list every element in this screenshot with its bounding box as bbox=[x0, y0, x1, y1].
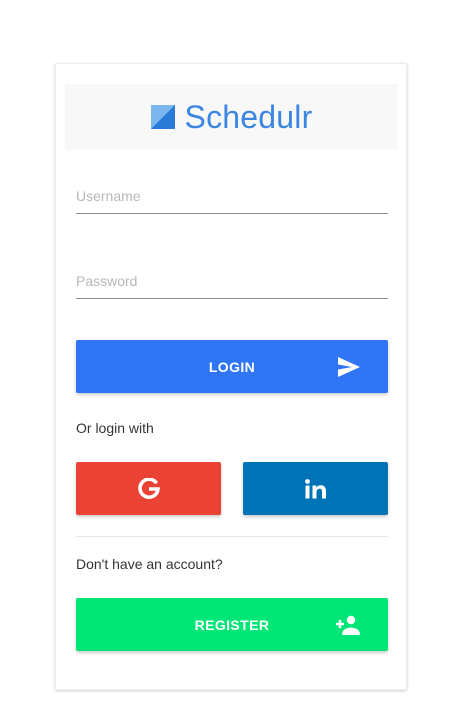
username-input[interactable] bbox=[76, 174, 388, 212]
login-button[interactable]: LOGIN bbox=[76, 340, 388, 393]
password-input[interactable] bbox=[76, 259, 388, 297]
social-login-prompt: Or login with bbox=[76, 420, 154, 436]
add-person-icon bbox=[336, 615, 360, 635]
register-button-label: REGISTER bbox=[194, 616, 270, 633]
logo-icon bbox=[150, 105, 175, 129]
password-field-wrapper bbox=[76, 259, 388, 299]
linkedin-in-icon bbox=[304, 478, 326, 498]
brand-header: Schedulr bbox=[65, 84, 398, 150]
send-icon bbox=[338, 356, 360, 377]
username-field-wrapper bbox=[76, 174, 388, 214]
app-title: Schedulr bbox=[184, 98, 313, 135]
register-prompt: Don't have an account? bbox=[76, 556, 223, 572]
register-button[interactable]: REGISTER bbox=[76, 598, 388, 651]
google-g-icon bbox=[137, 477, 160, 499]
login-button-label: LOGIN bbox=[208, 358, 256, 375]
section-divider bbox=[76, 536, 388, 537]
login-card: Schedulr LOGIN Or login with Don't have … bbox=[55, 63, 407, 690]
google-login-button[interactable] bbox=[76, 462, 221, 515]
linkedin-login-button[interactable] bbox=[243, 462, 388, 515]
